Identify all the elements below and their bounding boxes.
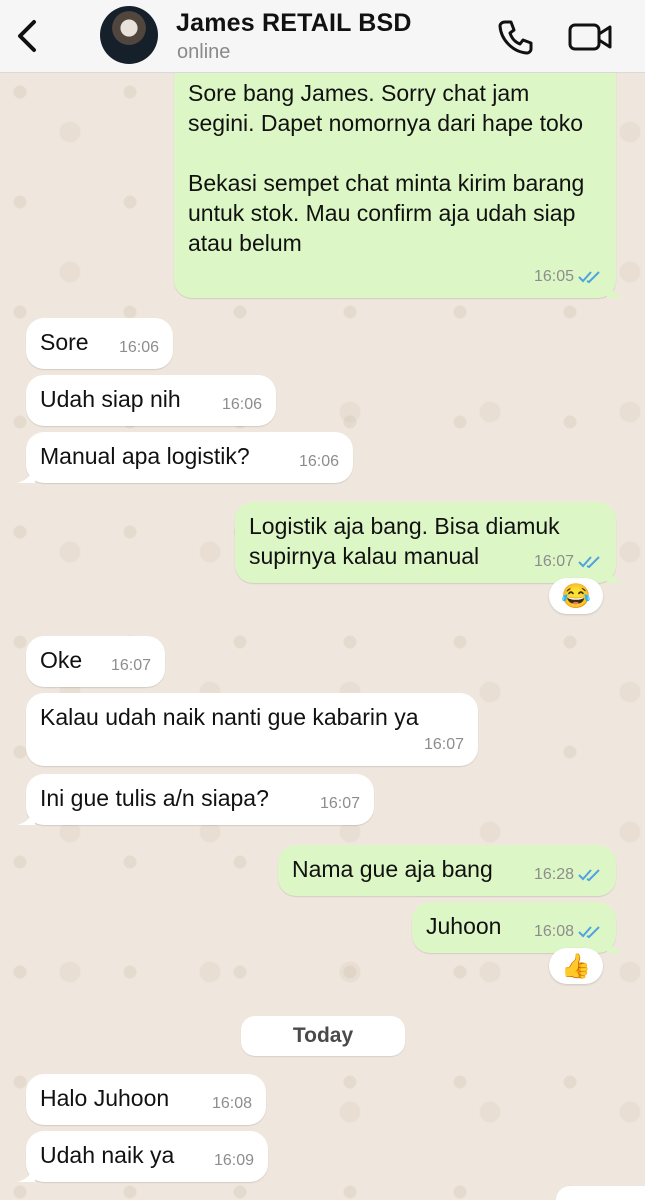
message-bubble-outgoing[interactable]: Juhoon 16:08 <box>412 902 625 953</box>
message-time: 16:07 <box>533 553 574 570</box>
message-reaction[interactable]: 👍 <box>549 948 603 984</box>
contact-name[interactable]: James RETAIL BSD <box>176 9 412 38</box>
double-check-icon <box>578 556 600 569</box>
message-bubble-incoming[interactable]: Halo Juhoon 16:08 <box>26 1074 266 1125</box>
message-bubble-incoming[interactable]: Manual apa logistik? 16:06 <box>17 432 353 483</box>
bubble-tail <box>17 1164 35 1182</box>
message-text: Manual apa logistik? <box>40 443 250 469</box>
message-time: 16:08 <box>533 923 574 940</box>
phone-icon <box>498 20 533 55</box>
message-time: 16:08 <box>211 1095 252 1112</box>
message-time: 16:06 <box>221 396 262 413</box>
double-check-icon <box>578 926 600 939</box>
message-bubble-incoming[interactable]: Ini gue tulis a/n siapa? 16:07 <box>17 774 374 825</box>
video-camera-icon <box>568 23 612 51</box>
message-bubble-incoming[interactable]: Udah naik ya 16:09 <box>17 1131 268 1182</box>
message-time: 16:06 <box>298 453 339 470</box>
bubble-tail <box>607 565 625 583</box>
message-bubble-incoming[interactable]: Oke 16:07 <box>26 636 165 687</box>
message-bubble-incoming[interactable]: Kalau udah naik nanti gue kabarin ya 16:… <box>26 693 478 766</box>
message-time: 16:09 <box>213 1152 254 1169</box>
bubble-tail <box>17 465 35 483</box>
message-time: 16:07 <box>423 736 464 753</box>
avatar[interactable] <box>100 6 158 64</box>
message-time: 16:28 <box>533 866 574 883</box>
bubble-tail <box>607 935 625 953</box>
partial-bubble <box>556 1186 645 1200</box>
message-text: Ini gue tulis a/n siapa? <box>40 785 269 811</box>
date-separator: Today <box>241 1016 405 1056</box>
chevron-left-icon <box>18 20 36 52</box>
message-time: 16:05 <box>533 268 574 285</box>
message-reaction[interactable]: 😂 <box>549 578 603 614</box>
message-bubble-outgoing[interactable]: Nama gue aja bang 16:28 <box>278 845 616 896</box>
message-time: 16:07 <box>110 657 151 674</box>
message-bubble-outgoing[interactable]: Sore bang James. Sorry chat jam segini. … <box>174 66 625 298</box>
voice-call-button[interactable] <box>494 16 536 58</box>
message-text: Sore bang James. Sorry chat jam segini. … <box>188 80 585 256</box>
video-call-button[interactable] <box>566 16 614 58</box>
message-bubble-incoming[interactable]: Udah siap nih 16:06 <box>26 375 276 426</box>
contact-status: online <box>177 41 231 63</box>
message-text: Kalau udah naik nanti gue kabarin ya <box>40 704 419 730</box>
chat-header: James RETAIL BSD online <box>0 0 645 73</box>
back-button[interactable] <box>10 14 46 58</box>
message-bubble-incoming[interactable]: Sore 16:06 <box>26 318 173 369</box>
double-check-icon <box>578 271 600 284</box>
message-time: 16:06 <box>118 339 159 356</box>
bubble-tail <box>17 807 35 825</box>
double-check-icon <box>578 869 600 882</box>
message-time: 16:07 <box>319 795 360 812</box>
bubble-tail <box>607 280 625 298</box>
message-bubble-outgoing[interactable]: Logistik aja bang. Bisa diamuk supirnya … <box>235 502 625 583</box>
